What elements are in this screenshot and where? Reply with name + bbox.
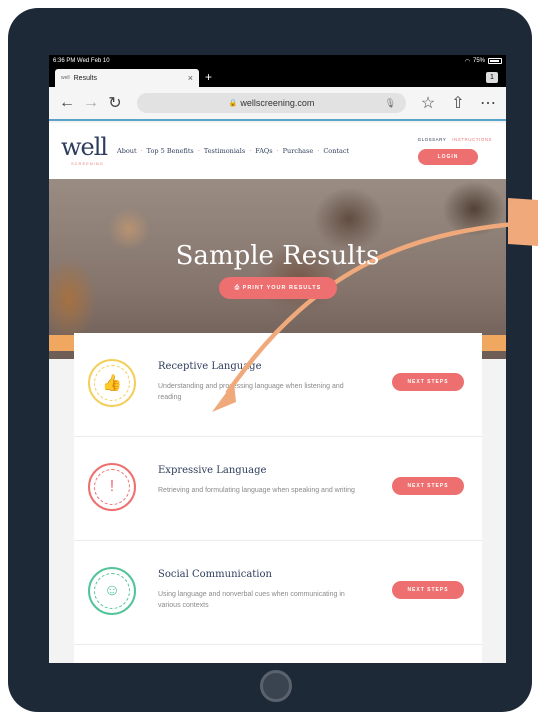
address-bar[interactable]: 🔒 wellscreening.com 🎙 xyxy=(137,93,406,113)
favicon: well xyxy=(61,75,70,81)
battery-level: 75% xyxy=(472,58,485,64)
result-card-expressive: ! Expressive Language Retrieving and for… xyxy=(74,437,482,541)
exclamation-icon: ! xyxy=(88,463,136,511)
card-title: Social Communication xyxy=(158,569,272,580)
nav-purchase[interactable]: Purchase xyxy=(283,147,314,155)
wifi-icon: ◠ xyxy=(464,58,470,65)
nav-about[interactable]: About xyxy=(117,147,137,155)
card-title: Receptive Language xyxy=(158,361,262,372)
result-card-receptive: 👍 Receptive Language Understanding and p… xyxy=(74,333,482,437)
reload-icon[interactable]: ↻ xyxy=(103,93,127,113)
tab-results[interactable]: well Results × xyxy=(55,69,199,87)
site-header: well SCREENING About · Top 5 Benefits · Te… xyxy=(49,123,506,179)
site-logo[interactable]: well xyxy=(61,133,108,161)
nav-contact[interactable]: Contact xyxy=(323,147,349,155)
instructions-link[interactable]: INSTRUCTIONS xyxy=(452,137,492,142)
forward-arrow-icon[interactable]: → xyxy=(79,94,103,112)
site-nav: About · Top 5 Benefits · Testimonials · FAQ… xyxy=(117,147,350,155)
close-icon[interactable]: × xyxy=(188,73,193,83)
home-button[interactable] xyxy=(260,670,292,702)
print-button-label: PRINT YOUR RESULTS xyxy=(242,285,322,291)
logo-subtitle: SCREENING xyxy=(71,161,104,166)
tab-title: Results xyxy=(73,74,97,82)
page-title: Sample Results xyxy=(175,241,380,271)
nav-top-benefits[interactable]: Top 5 Benefits xyxy=(147,147,194,155)
top-links: GLOSSARY INSTRUCTIONS xyxy=(418,137,492,142)
result-card-social: ☺ Social Communication Using language an… xyxy=(74,541,482,645)
thumbs-up-icon: 👍 xyxy=(88,359,136,407)
browser-toolbar: ← → ↻ 🔒 wellscreening.com 🎙 ☆ ⇧ ⋯ xyxy=(49,87,506,121)
share-icon[interactable]: ⇧ xyxy=(446,93,470,113)
card-description: Understanding and processing language wh… xyxy=(158,383,344,401)
results-list: 👍 Receptive Language Understanding and p… xyxy=(74,333,482,663)
url-text: wellscreening.com xyxy=(240,98,315,108)
screen: 6:36 PM Wed Feb 10 ◠ 75% well Results × … xyxy=(49,55,506,663)
status-time: 6:36 PM Wed Feb 10 xyxy=(53,58,110,64)
print-results-button[interactable]: ⎙ PRINT YOUR RESULTS xyxy=(219,277,337,299)
nav-faqs[interactable]: FAQs xyxy=(255,147,272,155)
star-icon[interactable]: ☆ xyxy=(416,93,440,113)
next-steps-button[interactable]: NEXT STEPS xyxy=(392,373,464,391)
more-icon[interactable]: ⋯ xyxy=(476,93,500,113)
smiley-icon: ☺ xyxy=(88,567,136,615)
login-button[interactable]: LOGIN xyxy=(418,149,478,165)
mic-icon[interactable]: 🎙 xyxy=(385,98,396,109)
back-arrow-icon[interactable]: ← xyxy=(55,94,79,112)
status-bar: 6:36 PM Wed Feb 10 ◠ 75% xyxy=(49,55,506,67)
card-title: Expressive Language xyxy=(158,465,267,476)
tab-bar: well Results × + 1 xyxy=(49,67,506,87)
battery-icon xyxy=(488,58,502,64)
next-steps-button[interactable]: NEXT STEPS xyxy=(392,477,464,495)
card-description: Retrieving and formulating language when… xyxy=(158,487,355,494)
hero-banner: Sample Results ⎙ PRINT YOUR RESULTS xyxy=(49,179,506,359)
lock-icon: 🔒 xyxy=(228,100,238,107)
card-description: Using language and nonverbal cues when c… xyxy=(158,591,345,609)
new-tab-icon[interactable]: + xyxy=(205,70,212,84)
printer-icon: ⎙ xyxy=(234,285,243,291)
tab-count-icon[interactable]: 1 xyxy=(486,72,498,83)
nav-testimonials[interactable]: Testimonials xyxy=(204,147,245,155)
glossary-link[interactable]: GLOSSARY xyxy=(418,137,447,142)
next-steps-button[interactable]: NEXT STEPS xyxy=(392,581,464,599)
